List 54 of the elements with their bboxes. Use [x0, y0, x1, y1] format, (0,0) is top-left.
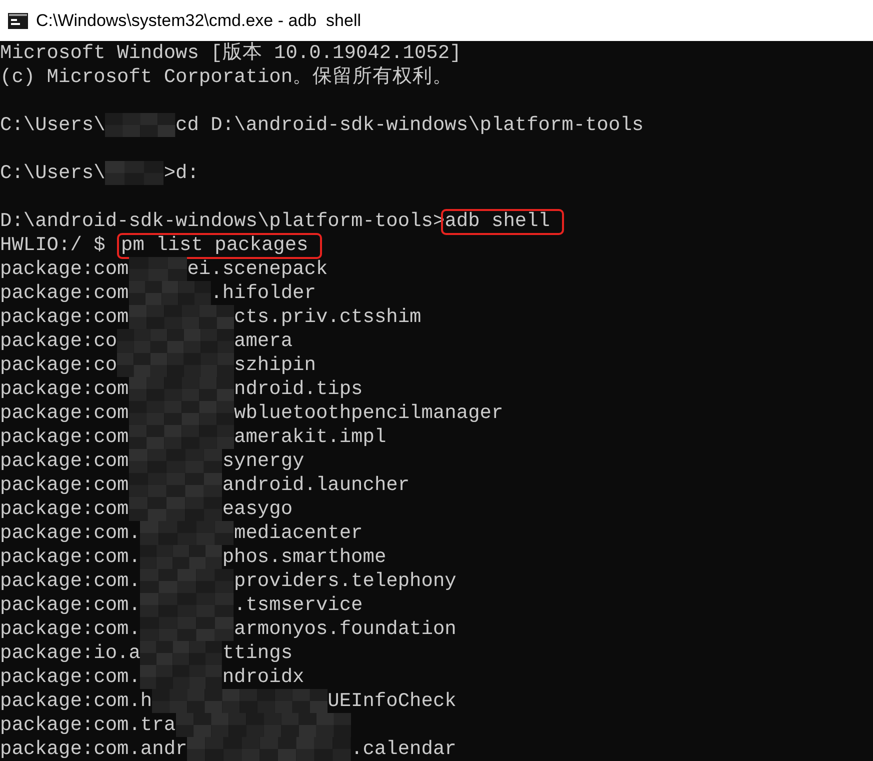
pixelated-blur — [128, 257, 188, 281]
console-text: package:com. — [0, 665, 140, 689]
console-text: package:com — [0, 497, 129, 521]
console-text: ei.scenepack — [187, 257, 328, 281]
console-text: package:com — [0, 377, 129, 401]
console-text: package:com. — [0, 617, 140, 641]
console-text: C:\Users\ — [0, 113, 106, 137]
console-text: package:com. — [0, 545, 140, 569]
console-text: easygo — [222, 497, 293, 521]
console-text: android.launcher — [222, 473, 410, 497]
highlighted-command: pm list packages — [117, 233, 322, 259]
console-text: package:com — [0, 449, 129, 473]
console-text: package:com — [0, 305, 129, 329]
console-text: C:\Users\ — [0, 161, 106, 185]
console-text: package:com. — [0, 521, 140, 545]
console-text: >d: — [164, 161, 199, 185]
console-text: HWLIO:/ $ — [0, 233, 106, 257]
console-text: .calendar — [351, 737, 456, 761]
console-text: ndroidx — [222, 665, 304, 689]
terminal-icon — [8, 12, 28, 28]
console-text: synergy — [222, 449, 304, 473]
console-text: phos.smarthome — [222, 545, 386, 569]
console-text: cd D:\android-sdk-windows\platform-tools — [176, 113, 644, 137]
console-text: cts.priv.ctsshim — [234, 305, 422, 329]
console-text: ttings — [222, 641, 293, 665]
console-text: amera — [234, 329, 293, 353]
console-text: package:com — [0, 401, 129, 425]
console-text: package:io.a — [0, 641, 140, 665]
console-text: armonyos.foundation — [234, 617, 456, 641]
console-text: package:com — [0, 257, 129, 281]
console-text: UEInfoCheck — [328, 689, 456, 713]
console-text: package:co — [0, 353, 118, 377]
console-text: package:com.tra — [0, 713, 176, 737]
console-text: .tsmservice — [234, 593, 363, 617]
console-text: package:com. — [0, 593, 140, 617]
console-text: wbluetoothpencilmanager — [234, 401, 504, 425]
console-text: Microsoft Windows [版本 10.0.19042.1052] — [0, 41, 462, 65]
console-text: szhipin — [234, 353, 316, 377]
console-text: package:com.andr — [0, 737, 188, 761]
console-text: .hifolder — [210, 281, 316, 305]
console-text: package:com — [0, 281, 129, 305]
console-text: providers.telephony — [234, 569, 456, 593]
console-text: package:com.h — [0, 689, 152, 713]
pixelated-blur — [105, 113, 176, 137]
console-text: amerakit.impl — [234, 425, 386, 449]
pixelated-blur — [105, 161, 164, 185]
window-title: C:\Windows\system32\cmd.exe - adb shell — [36, 10, 362, 30]
console-text: (c) Microsoft Corporation。保留所有权利。 — [0, 65, 453, 89]
console-text: package:com. — [0, 569, 140, 593]
console-text: package:co — [0, 329, 118, 353]
console-text: mediacenter — [234, 521, 363, 545]
console-text: ndroid.tips — [234, 377, 363, 401]
console-text: package:com — [0, 473, 129, 497]
console-text: package:com — [0, 425, 129, 449]
